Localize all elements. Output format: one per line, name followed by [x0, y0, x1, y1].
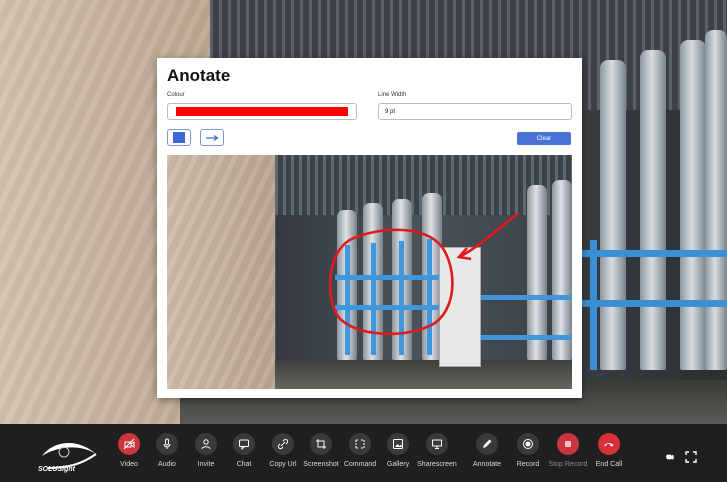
square-icon: [173, 132, 185, 143]
rectangle-tool-button[interactable]: [167, 129, 191, 146]
toolbar-label: Chat: [236, 461, 252, 468]
fullscreen-icon[interactable]: [685, 451, 697, 463]
video-tank: [680, 40, 706, 370]
annotation-arrow-line: [460, 211, 520, 258]
toolbar-record-button[interactable]: Record: [508, 424, 548, 482]
video-pipe: [590, 240, 597, 370]
toolbar-label: Gallery: [386, 461, 410, 468]
solusight-logo-icon: SOLUSight: [38, 442, 97, 473]
command-icon: [349, 433, 371, 455]
toolbar-label: Sharescreen: [417, 461, 457, 468]
colour-picker[interactable]: [167, 103, 357, 120]
chat-icon: [233, 433, 255, 455]
call-toolbar: SOLUSight Video Audio Invite Chat Copy Url Sc…: [0, 424, 727, 482]
video-tank: [705, 30, 727, 370]
arrow-tool-button[interactable]: [200, 129, 224, 146]
stop-icon: [557, 433, 579, 455]
video-tank: [640, 50, 666, 370]
svg-text:SOLUSight: SOLUSight: [38, 466, 76, 473]
colour-swatch: [176, 107, 348, 116]
video-tank: [600, 60, 626, 370]
colour-label: Colour: [167, 92, 185, 98]
dialog-title: Anotate: [167, 66, 231, 85]
toolbar-copy-url-button[interactable]: Copy Url: [263, 424, 303, 482]
annotate-dialog: Anotate Colour Line Width 9 pt Clear: [157, 58, 582, 398]
toolbar-annotate-button[interactable]: Annotate: [467, 424, 507, 482]
toolbar-stop-record-button[interactable]: Stop Record: [548, 424, 588, 482]
pencil-icon: [476, 433, 498, 455]
video-pipe: [582, 300, 727, 307]
toolbar-end-call-button[interactable]: End Call: [589, 424, 629, 482]
toolbar-label: Video: [120, 461, 138, 468]
microphone-icon: [156, 433, 178, 455]
toolbar-label: Audio: [158, 461, 176, 468]
link-icon: [272, 433, 294, 455]
line-width-label: Line Width: [378, 92, 407, 98]
toolbar-label: Annotate: [472, 461, 502, 468]
toolbar-video-button[interactable]: Video: [109, 424, 149, 482]
arrow-right-icon: [206, 134, 219, 141]
toolbar-label: Stop Record: [548, 461, 588, 468]
toolbar-label: Screenshot: [303, 461, 339, 468]
invite-user-icon: [195, 433, 217, 455]
toolbar-label: Copy Url: [269, 461, 297, 468]
line-width-select[interactable]: 9 pt: [378, 103, 572, 120]
phone-hangup-icon: [598, 433, 620, 455]
toolbar-label: Command: [343, 461, 377, 468]
toolbar-label: Invite: [197, 461, 215, 468]
toolbar-screenshot-button[interactable]: Screenshot: [301, 424, 341, 482]
clear-button[interactable]: Clear: [517, 132, 571, 145]
toolbar-sharescreen-button[interactable]: Sharescreen: [417, 424, 457, 482]
toolbar-audio-button[interactable]: Audio: [147, 424, 187, 482]
annotation-canvas[interactable]: [167, 155, 572, 389]
video-pipe: [582, 250, 727, 257]
video-off-icon: [118, 433, 140, 455]
toolbar-command-button[interactable]: Command: [340, 424, 380, 482]
toolbar-chat-button[interactable]: Chat: [224, 424, 264, 482]
gallery-icon: [387, 433, 409, 455]
sharescreen-icon: [426, 433, 448, 455]
settings-gear-icon[interactable]: [664, 451, 676, 463]
record-icon: [517, 433, 539, 455]
toolbar-label: End Call: [595, 461, 623, 468]
toolbar-gallery-button[interactable]: Gallery: [378, 424, 418, 482]
annotation-circle: [328, 228, 454, 336]
screenshot-icon: [310, 433, 332, 455]
toolbar-label: Record: [516, 461, 540, 468]
toolbar-invite-button[interactable]: Invite: [186, 424, 226, 482]
annotation-strokes: [328, 211, 520, 336]
